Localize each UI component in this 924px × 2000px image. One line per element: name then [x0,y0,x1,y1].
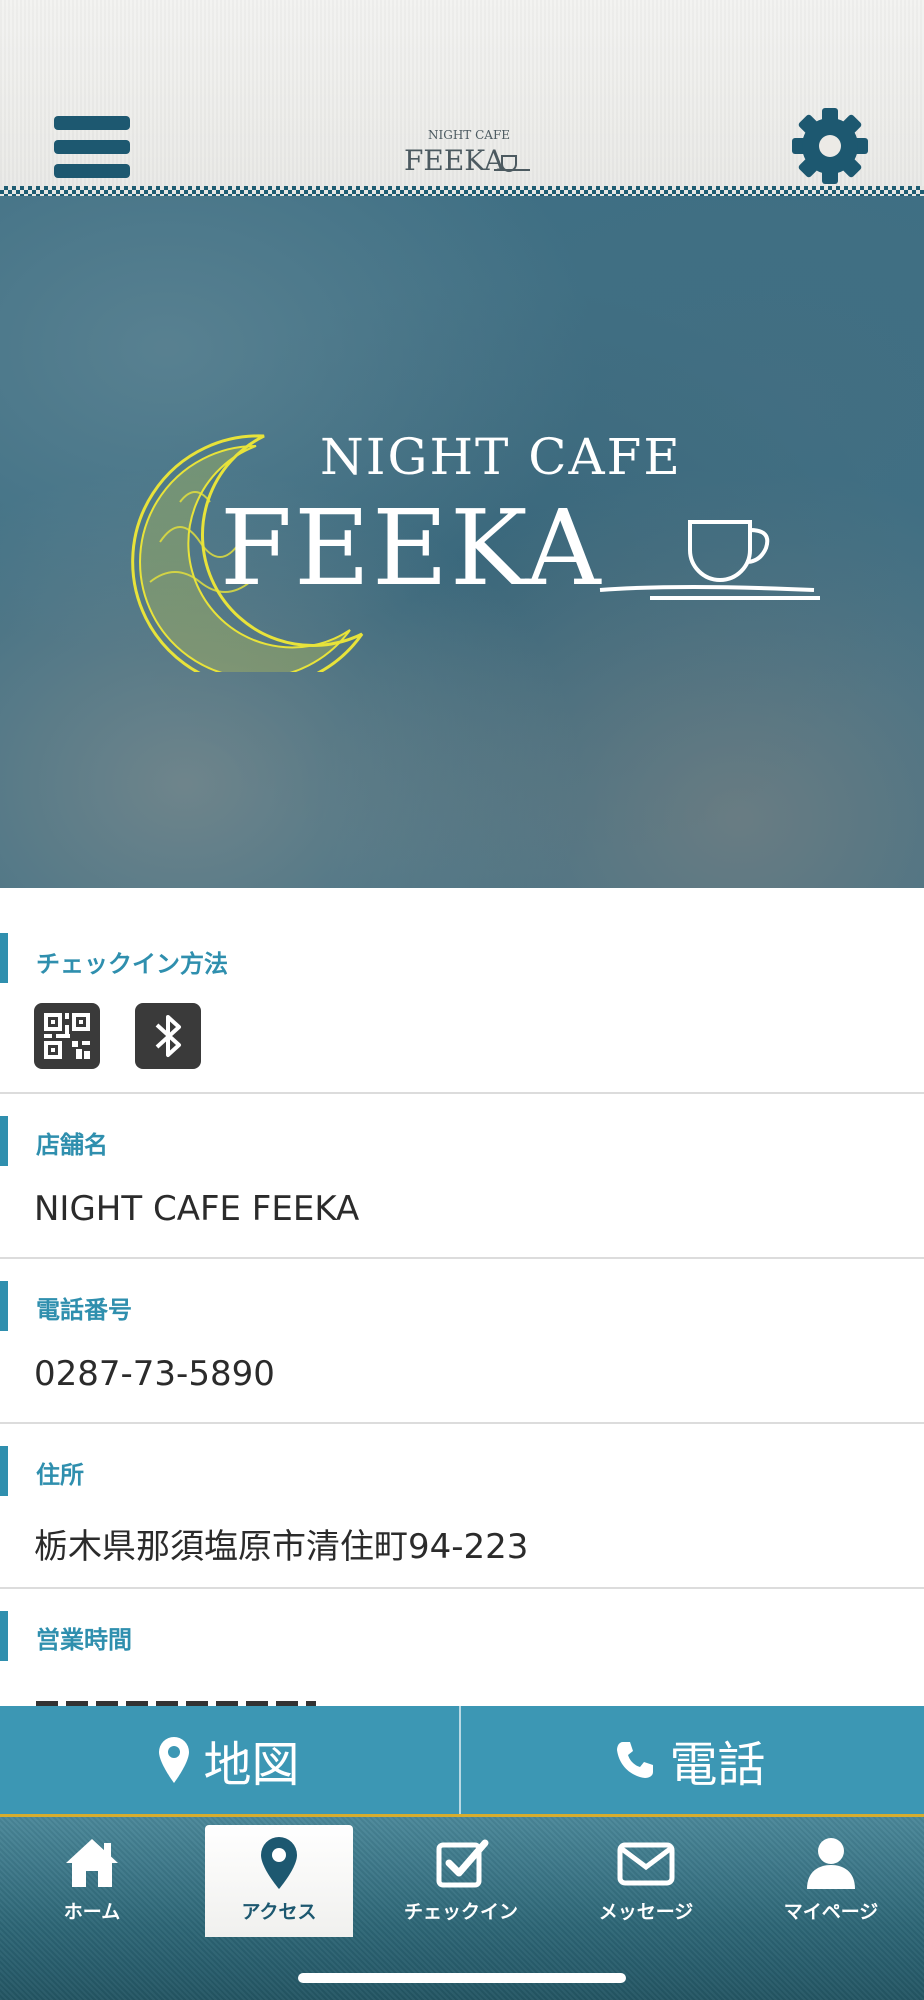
menu-icon-bar [54,164,130,178]
address-section: 住所 栃木県那須塩原市清住町94-223 [0,1424,924,1589]
header-logo: NIGHT CAFE FEEKA [382,124,530,177]
business-hours-section: 営業時間 [0,1589,924,1706]
bluetooth-icon[interactable] [135,1003,201,1069]
store-name-value: NIGHT CAFE FEEKA [34,1189,360,1229]
map-button-label: 地図 [203,1737,300,1793]
mail-icon [617,1842,675,1886]
menu-icon-bar [54,140,130,154]
tab-messages[interactable]: メッセージ [572,1825,720,1937]
section-label: 店舗名 [36,1131,108,1159]
tab-label: メッセージ [598,1901,694,1923]
map-button[interactable]: 地図 [0,1706,459,1814]
user-icon [807,1838,855,1889]
phone-section: 電話番号 0287-73-5890 [0,1259,924,1424]
section-label: 営業時間 [36,1626,132,1654]
section-accent-bar [0,1281,8,1331]
checkbox-icon [436,1839,489,1888]
tab-mypage[interactable]: マイページ [757,1825,905,1937]
tab-access[interactable]: アクセス [205,1825,353,1937]
tab-label: マイページ [783,1901,879,1923]
action-bar: 地図 電話 [0,1706,924,1814]
settings-gear-icon[interactable] [792,108,868,184]
map-pin-icon [159,1737,190,1783]
header-logo-small: NIGHT CAFE [428,128,510,142]
menu-button[interactable] [54,112,130,180]
coffee-cup-icon [599,520,820,600]
call-button-label: 電話 [669,1737,766,1793]
hero-banner: NIGHT CAFE FEEKA [0,196,924,888]
section-label: チェックイン方法 [36,950,228,978]
phone-value[interactable]: 0287-73-5890 [34,1354,275,1394]
tab-label: アクセス [241,1901,317,1923]
section-label: 住所 [36,1461,84,1489]
hero-logo-brand: FEEKA [220,487,603,609]
phone-icon [617,1742,654,1778]
app-header: NIGHT CAFE FEEKA [0,0,924,194]
call-button[interactable]: 電話 [461,1706,920,1814]
header-logo-brand: FEEKA [404,144,505,177]
section-label: 電話番号 [36,1296,132,1324]
section-accent-bar [0,933,8,983]
home-icon [66,1839,118,1887]
tab-home[interactable]: ホーム [18,1825,166,1937]
qr-code-icon[interactable] [34,1003,100,1069]
section-accent-bar [0,1116,8,1166]
header-checker-border [0,186,924,196]
tab-label: ホーム [63,1901,121,1923]
address-value: 栃木県那須塩原市清住町94-223 [34,1527,529,1567]
store-name-section: 店舗名 NIGHT CAFE FEEKA [0,1094,924,1259]
map-pin-icon [261,1837,297,1889]
section-accent-bar [0,1446,8,1496]
tab-label: チェックイン [403,1901,518,1923]
hero-logo-small: NIGHT CAFE [320,428,682,486]
tab-checkin[interactable]: チェックイン [387,1825,535,1937]
section-accent-bar [0,1611,8,1661]
hero-logo: NIGHT CAFE FEEKA [131,428,820,672]
home-indicator[interactable] [298,1973,626,1983]
menu-icon-bar [54,116,130,130]
